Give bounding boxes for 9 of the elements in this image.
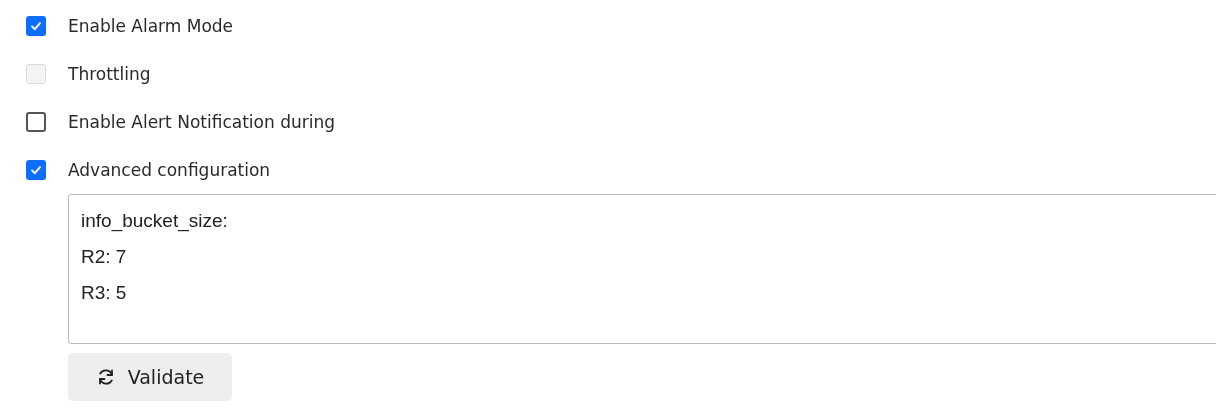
validate-button[interactable]: Validate [68, 353, 232, 401]
config-text-area[interactable]: info_bucket_size: R2: 7 R3: 5 [68, 194, 1216, 344]
checkbox-label: Enable Alarm Mode [68, 16, 234, 36]
checkbox[interactable] [26, 160, 46, 180]
checkbox-label: Advanced configuration [68, 160, 271, 180]
checkbox[interactable] [26, 16, 46, 36]
checkbox-label: Throttling [68, 64, 151, 84]
checkbox-label: Enable Alert Notification during [68, 112, 335, 132]
checkbox[interactable] [26, 112, 46, 132]
